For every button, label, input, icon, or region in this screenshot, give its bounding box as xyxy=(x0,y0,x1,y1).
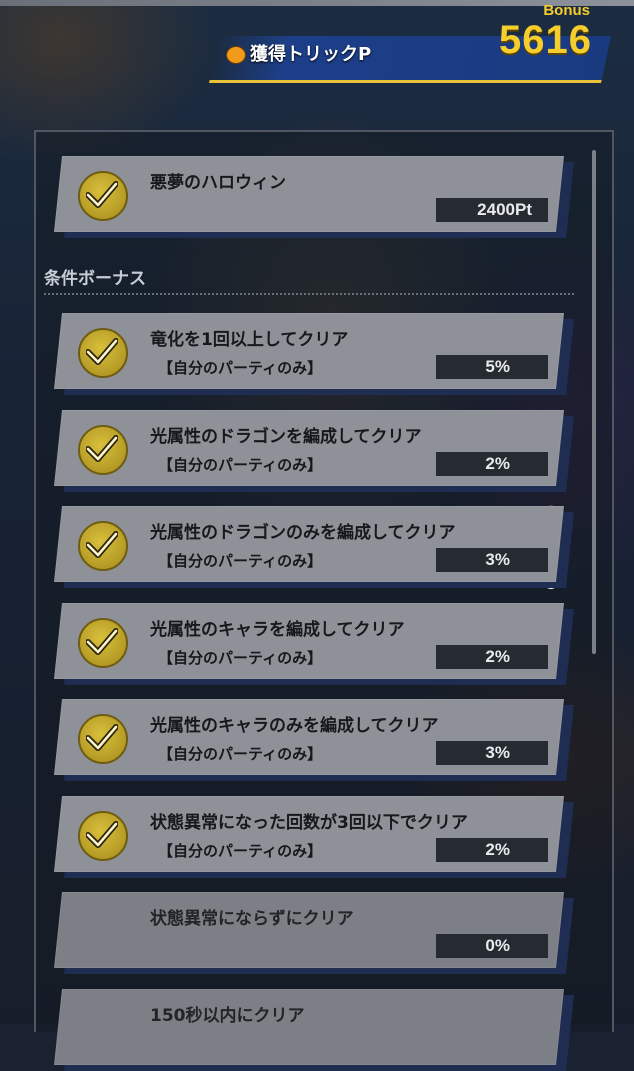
checkmark-icon xyxy=(78,617,128,668)
condition-subtitle: 【自分のパーティのみ】 xyxy=(158,455,323,474)
quest-title: 悪夢のハロウィン xyxy=(150,173,286,193)
condition-card: 光属性のドラゴンを編成してクリア【自分のパーティのみ】 2% xyxy=(54,409,574,492)
condition-bonus-value: 3% xyxy=(436,548,548,572)
section-label: 条件ボーナス xyxy=(44,269,146,289)
condition-title: 150秒以内にクリア xyxy=(150,1005,305,1026)
condition-title: 光属性のドラゴンを編成してクリア xyxy=(150,426,422,447)
condition-card: 光属性のドラゴンのみを編成してクリア【自分のパーティのみ】 3% xyxy=(54,506,574,588)
condition-subtitle: 【自分のパーティのみ】 xyxy=(158,359,323,377)
checkmark-icon xyxy=(78,521,128,571)
card-body xyxy=(54,988,564,1065)
checkmark-icon xyxy=(78,328,128,378)
checkmark-icon xyxy=(78,810,128,861)
bonus-label: Bonus xyxy=(543,2,590,19)
condition-subtitle: 【自分のパーティのみ】 xyxy=(158,841,323,860)
condition-subtitle: 【自分のパーティのみ】 xyxy=(158,552,323,570)
main-quest-card: 悪夢のハロウィン 2400Pt xyxy=(54,156,574,238)
condition-bonus-value: 3% xyxy=(436,741,548,765)
pumpkin-icon xyxy=(226,46,246,64)
earned-points-header: 獲得トリックP Bonus 5616 xyxy=(209,2,611,83)
top-strip xyxy=(0,0,634,6)
condition-title: 状態異常にならずにクリア xyxy=(150,909,354,929)
condition-card: 光属性のキャラを編成してクリア【自分のパーティのみ】 2% xyxy=(54,602,574,685)
condition-subtitle: 【自分のパーティのみ】 xyxy=(158,745,323,763)
condition-card: 竜化を1回以上してクリア【自分のパーティのみ】 5% xyxy=(54,313,574,395)
bonus-value: 5616 xyxy=(499,18,592,62)
header-title: 獲得トリックP xyxy=(250,44,372,65)
scrollbar[interactable] xyxy=(592,150,596,654)
condition-card: 150秒以内にクリア xyxy=(54,988,574,1071)
condition-subtitle: 【自分のパーティのみ】 xyxy=(158,648,323,667)
quest-points: 2400Pt xyxy=(436,198,548,222)
checkmark-icon xyxy=(78,714,128,764)
condition-title: 竜化を1回以上してクリア xyxy=(150,330,349,350)
condition-card: 状態異常になった回数が3回以下でクリア【自分のパーティのみ】 2% xyxy=(54,795,574,878)
condition-bonus-value: 2% xyxy=(436,451,548,476)
condition-bonus-value: 2% xyxy=(436,644,548,669)
condition-title: 状態異常になった回数が3回以下でクリア xyxy=(150,812,468,833)
condition-title: 光属性のキャラを編成してクリア xyxy=(150,619,405,640)
section-divider xyxy=(44,293,574,295)
condition-title: 光属性のドラゴンのみを編成してクリア xyxy=(150,523,456,543)
condition-card: 光属性のキャラのみを編成してクリア【自分のパーティのみ】 3% xyxy=(54,699,574,781)
condition-bonus-value: 5% xyxy=(436,355,548,379)
condition-title: 光属性のキャラのみを編成してクリア xyxy=(150,716,439,736)
checkmark-icon xyxy=(78,171,128,221)
condition-bonus-value: 0% xyxy=(436,934,548,958)
condition-bonus-value: 2% xyxy=(436,837,548,862)
condition-card: 状態異常にならずにクリア 0% xyxy=(54,892,574,974)
checkmark-icon xyxy=(78,424,128,475)
